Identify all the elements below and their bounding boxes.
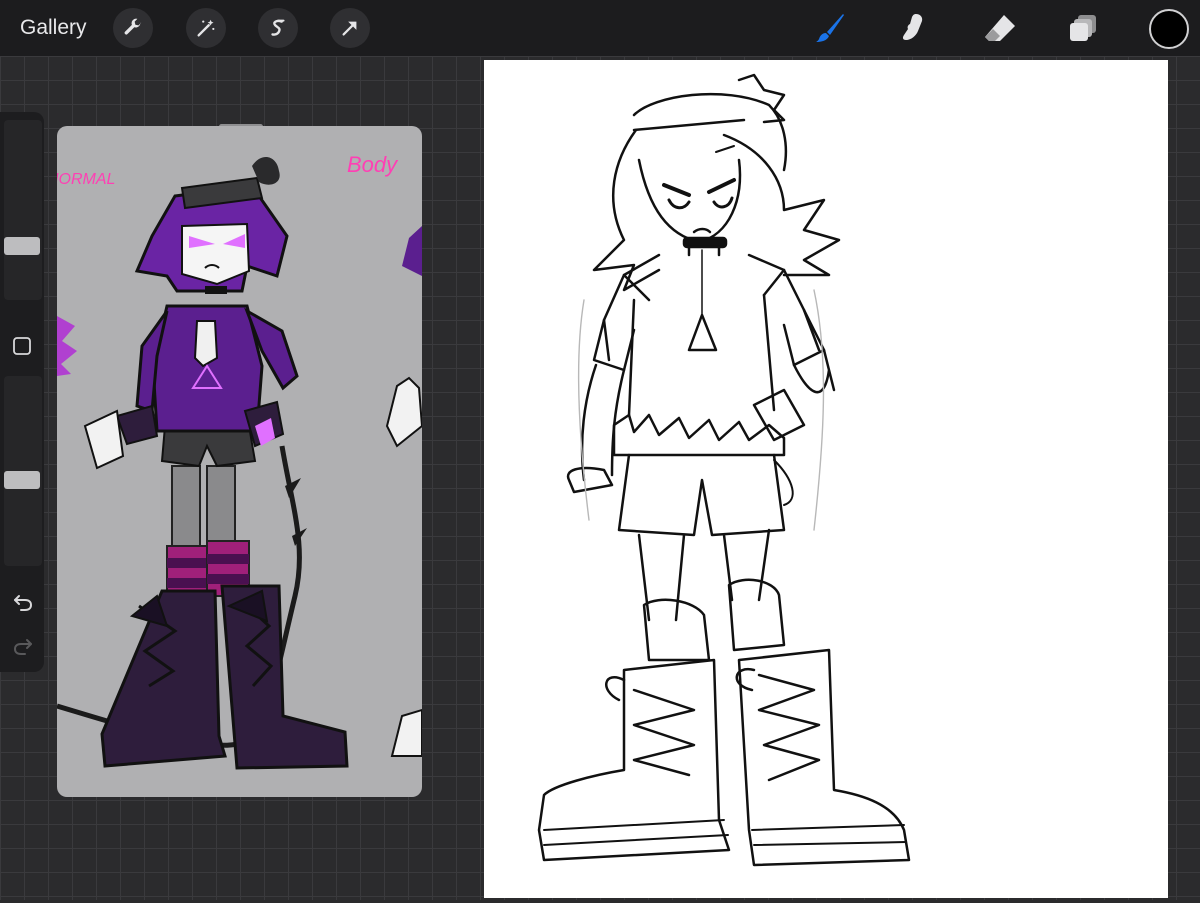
boot-right	[737, 648, 911, 867]
selection-icon	[271, 19, 285, 36]
wrench-icon	[124, 18, 142, 35]
face	[181, 222, 251, 286]
selection-button[interactable]	[258, 8, 298, 48]
modify-button[interactable]	[12, 336, 32, 356]
magic-wand-icon	[197, 19, 215, 37]
undo-icon	[14, 595, 33, 611]
reference-window[interactable]: NORMAL Body	[57, 126, 422, 797]
eyes	[667, 196, 734, 210]
side-character-spikes	[57, 316, 77, 376]
layers-icon	[1070, 15, 1096, 41]
wristband-left	[566, 466, 614, 494]
undo-button[interactable]	[11, 590, 35, 614]
sleeve-left	[592, 318, 636, 372]
smudge-icon	[902, 14, 923, 40]
side-character-boot	[390, 708, 422, 757]
opacity-thumb[interactable]	[4, 471, 40, 489]
adjustments-button[interactable]	[186, 8, 226, 48]
choker	[682, 236, 728, 249]
reference-label-left: NORMAL	[57, 171, 115, 188]
brush-size-slider[interactable]	[4, 120, 42, 300]
robot-hand-left	[83, 409, 125, 470]
actions-button[interactable]	[113, 8, 153, 48]
sleeve-right	[782, 308, 826, 367]
smudge-tool-button[interactable]	[893, 8, 933, 48]
brush-size-thumb[interactable]	[4, 237, 40, 255]
mouth	[692, 227, 712, 234]
side-character-glove	[385, 376, 422, 448]
redo-icon	[13, 639, 32, 655]
eraser-tool-button[interactable]	[980, 8, 1020, 48]
eraser-icon	[985, 15, 1015, 41]
color-picker-swatch[interactable]	[1149, 9, 1189, 49]
transform-icon	[342, 21, 357, 36]
glove-left	[115, 404, 159, 446]
reference-image: NORMAL Body	[57, 152, 422, 770]
shorts	[617, 453, 786, 537]
line-art-sketch	[537, 73, 911, 867]
reference-label-right: Body	[347, 152, 399, 177]
boots	[100, 584, 349, 770]
side-character-hair	[402, 226, 422, 276]
left-sidebar	[0, 112, 44, 672]
sock-right	[727, 578, 786, 652]
hair-clip	[715, 145, 735, 153]
opacity-slider[interactable]	[4, 376, 42, 566]
legs	[637, 528, 771, 622]
eyebrows	[662, 178, 736, 197]
square-icon	[13, 337, 31, 355]
drawing-canvas[interactable]	[484, 60, 1168, 898]
hair-left	[592, 128, 661, 292]
layers-button[interactable]	[1063, 8, 1103, 48]
laces-left	[605, 676, 696, 777]
transform-button[interactable]	[330, 8, 370, 48]
fur-trim	[612, 413, 786, 457]
brush-tool-button[interactable]	[810, 8, 850, 48]
hair-right	[722, 133, 841, 277]
top-toolbar: Gallery	[0, 0, 1200, 56]
laces-right	[735, 667, 821, 782]
choker	[205, 286, 227, 294]
gallery-button[interactable]: Gallery	[20, 16, 87, 40]
pendant	[687, 313, 718, 352]
redo-button[interactable]	[11, 634, 35, 658]
brush-icon	[816, 14, 844, 42]
